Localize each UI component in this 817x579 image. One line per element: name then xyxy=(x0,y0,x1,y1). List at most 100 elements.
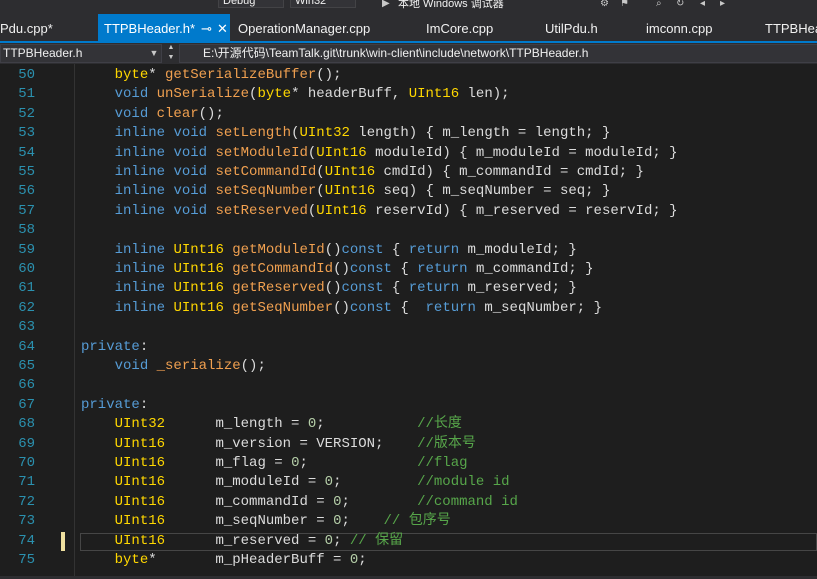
code-token: UInt16 xyxy=(114,513,166,530)
line-number: 58 xyxy=(18,222,35,239)
line-number: 72 xyxy=(18,493,35,510)
code-token: byte xyxy=(114,552,149,568)
tab-utilpdu-h[interactable]: UtilPdu.h xyxy=(545,14,598,41)
code-line[interactable]: 55 inline void setCommandId(UInt16 cmdId… xyxy=(0,163,817,182)
code-line[interactable]: 71 UInt16 m_moduleId = 0; //module id xyxy=(0,473,817,492)
code-token: m_commandId; } xyxy=(467,261,594,277)
code-token: inline xyxy=(114,280,166,297)
run-play-icon[interactable]: ▶ xyxy=(382,0,392,9)
tab-ttpbheader-overflow[interactable]: TTPBHea xyxy=(765,14,817,41)
bookmark-icon[interactable]: ⚑ xyxy=(620,0,630,9)
code-token: (); xyxy=(316,67,342,83)
code-line[interactable]: 60 inline UInt16 getCommandId()const { r… xyxy=(0,260,817,279)
code-token: cmdId) { m_commandId = cmdId; } xyxy=(375,164,644,180)
code-text: UInt16 m_flag = 0; //flag xyxy=(81,454,468,473)
code-text: UInt32 m_length = 0; //长度 xyxy=(81,415,462,434)
code-line[interactable]: 70 UInt16 m_flag = 0; //flag xyxy=(0,454,817,473)
tab-pdu-cpp[interactable]: Pdu.cpp* xyxy=(0,14,53,41)
code-line[interactable]: 50 byte* getSerializeBuffer(); xyxy=(0,66,817,85)
code-token: void xyxy=(173,202,208,219)
refresh-icon[interactable]: ↻ xyxy=(676,0,686,9)
code-token: reservId) { m_reserved = reservId; } xyxy=(366,202,678,219)
code-token: setCommandId xyxy=(215,164,317,180)
code-token: UInt32 xyxy=(114,416,166,433)
code-token: UInt16 xyxy=(173,299,224,316)
code-text: inline UInt16 getSeqNumber()const { retu… xyxy=(81,299,602,318)
code-token: UInt16 xyxy=(316,144,367,161)
config-dropdown[interactable]: Debug xyxy=(218,0,284,8)
scope-dropdown[interactable]: TTPBHeader.h xyxy=(0,44,162,63)
code-line[interactable]: 54 inline void setModuleId(UInt16 module… xyxy=(0,144,817,163)
code-line[interactable]: 59 inline UInt16 getModuleId()const { re… xyxy=(0,241,817,260)
code-token: ; xyxy=(333,474,418,491)
nav-forward-icon[interactable]: ▸ xyxy=(720,0,730,9)
code-line[interactable]: 68 UInt32 m_length = 0; //长度 xyxy=(0,415,817,434)
code-line[interactable]: 66 xyxy=(0,376,817,395)
change-marker xyxy=(61,531,65,551)
pin-icon[interactable]: ⊸ xyxy=(201,14,212,41)
code-line[interactable]: 65 void _serialize(); xyxy=(0,357,817,376)
code-line[interactable]: 64 private: xyxy=(0,338,817,357)
run-debugger-button[interactable]: 本地 Windows 调试器 xyxy=(398,0,504,11)
code-line[interactable]: 62 inline UInt16 getSeqNumber()const { r… xyxy=(0,299,817,318)
code-token: UInt16 xyxy=(324,164,376,180)
code-token: setLength xyxy=(215,125,292,142)
line-number: 62 xyxy=(18,299,35,316)
code-token: m_length = xyxy=(165,416,308,433)
code-text: void _serialize(); xyxy=(81,357,266,376)
code-line[interactable]: 74 UInt16 m_reserved = 0; // 保留 xyxy=(0,531,817,551)
code-line[interactable]: 75 byte* m_pHeaderBuff = 0; xyxy=(0,551,817,570)
close-icon[interactable]: ✕ xyxy=(217,14,228,41)
code-line[interactable]: 72 UInt16 m_commandId = 0; //command id xyxy=(0,493,817,512)
code-token: UInt16 xyxy=(114,532,166,549)
code-text: inline UInt16 getModuleId()const { retur… xyxy=(81,241,577,260)
code-token: moduleId) { m_moduleId = moduleId; } xyxy=(366,144,678,161)
code-text: UInt16 m_moduleId = 0; //module id xyxy=(81,473,510,492)
nav-back-icon[interactable]: ◂ xyxy=(700,0,710,9)
tab-ttpbheader-h[interactable]: TTPBHeader.h* ⊸ ✕ xyxy=(98,14,230,41)
code-line[interactable]: 67 private: xyxy=(0,396,817,415)
code-token: m_flag = xyxy=(165,455,292,471)
code-text: private: xyxy=(81,396,148,415)
attach-icon[interactable]: ⚙ xyxy=(600,0,610,9)
code-line[interactable]: 53 inline void setLength(UInt32 length) … xyxy=(0,124,817,143)
code-token: return xyxy=(408,280,460,297)
tab-operationmanager-cpp[interactable]: OperationManager.cpp xyxy=(238,14,370,41)
platform-dropdown[interactable]: Win32 xyxy=(290,0,356,8)
code-token: private xyxy=(81,338,140,355)
code-line[interactable]: 69 UInt16 m_version = VERSION; //版本号 xyxy=(0,435,817,454)
tab-imcore-cpp[interactable]: ImCore.cpp xyxy=(426,14,493,41)
code-line[interactable]: 57 inline void setReserved(UInt16 reserv… xyxy=(0,202,817,221)
code-token: 0 xyxy=(324,474,334,491)
find-icon[interactable]: ⌕ xyxy=(656,0,666,9)
scroll-up-icon[interactable]: ▲ xyxy=(165,43,177,53)
code-line[interactable]: 63 xyxy=(0,318,817,337)
code-line[interactable]: 73 UInt16 m_seqNumber = 0; // 包序号 xyxy=(0,512,817,531)
toolbar: Debug Win32 ▶ 本地 Windows 调试器 ⚙ ⚑ ⌕ ↻ ◂ ▸ xyxy=(0,0,817,14)
code-line[interactable]: 58 xyxy=(0,221,817,240)
code-token: //command id xyxy=(417,493,518,510)
code-line[interactable]: 51 void unSerialize(byte* headerBuff, UI… xyxy=(0,85,817,104)
code-token: const xyxy=(341,280,384,297)
chevron-down-icon[interactable]: ▼ xyxy=(148,44,160,63)
code-line[interactable]: 61 inline UInt16 getReserved()const { re… xyxy=(0,279,817,298)
scroll-down-icon[interactable]: ▼ xyxy=(165,53,177,63)
code-line[interactable]: 56 inline void setSeqNumber(UInt16 seq) … xyxy=(0,182,817,201)
code-line[interactable]: 52 void clear(); xyxy=(0,105,817,124)
line-number: 53 xyxy=(18,125,35,142)
line-number: 59 xyxy=(18,241,35,258)
code-token: () xyxy=(324,280,342,297)
code-token: * headerBuff, xyxy=(291,86,409,103)
tab-imconn-cpp[interactable]: imconn.cpp xyxy=(646,14,712,41)
code-token: setModuleId xyxy=(215,144,308,161)
code-token: UInt16 xyxy=(408,86,460,103)
code-text: inline void setReserved(UInt16 reservId)… xyxy=(81,202,678,221)
code-editor[interactable]: 50 byte* getSerializeBuffer(); 51 void un… xyxy=(0,64,817,579)
file-path-dropdown[interactable]: E:\开源代码\TeamTalk.git\trunk\win-client\in… xyxy=(179,44,817,63)
code-token: inline xyxy=(114,241,166,258)
code-text: byte* getSerializeBuffer(); xyxy=(81,66,342,85)
